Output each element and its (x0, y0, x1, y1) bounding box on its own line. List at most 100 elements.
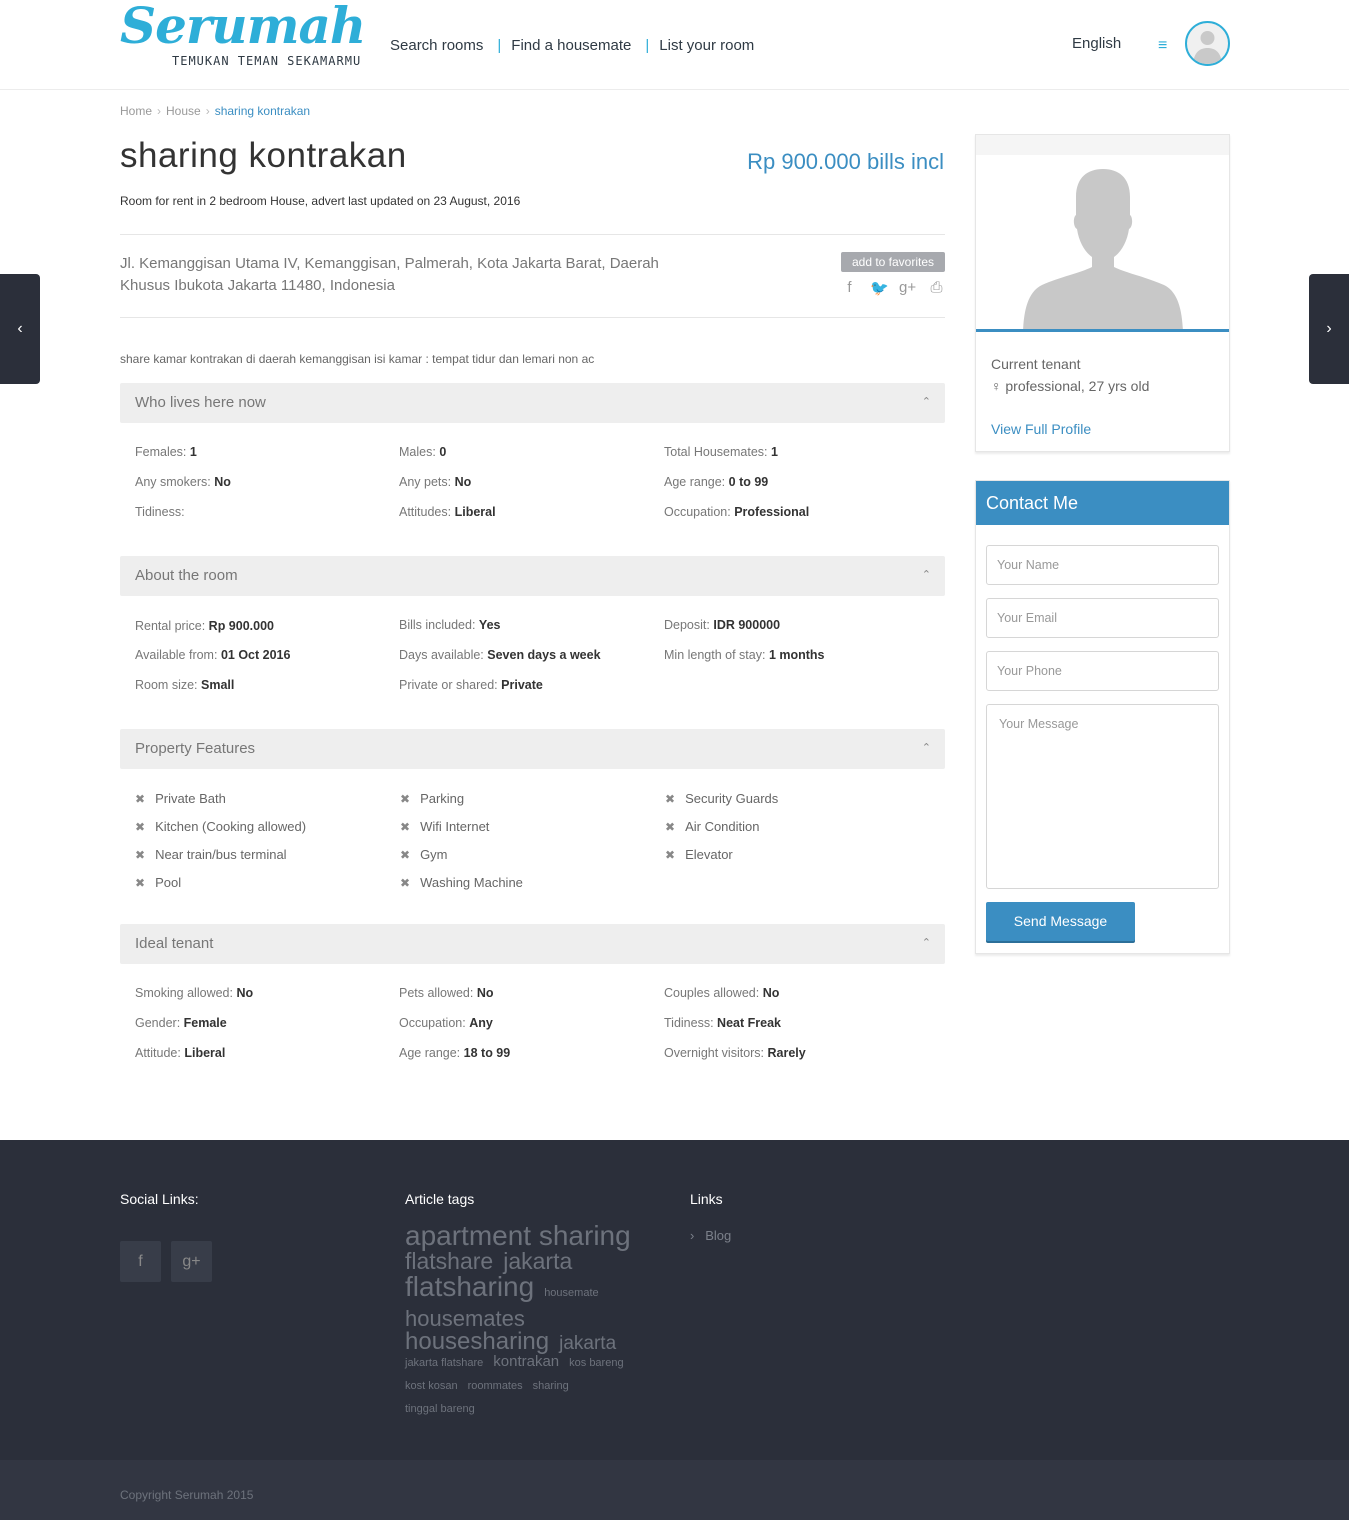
info-overnight-visitors: Overnight visitors: Rarely (664, 1046, 806, 1060)
nav-separator: | (645, 37, 650, 54)
chevron-right-icon: › (690, 1228, 695, 1243)
chevron-up-icon: ⌃ (921, 742, 931, 754)
tenant-card: Current tenant ♀ professional, 27 yrs ol… (975, 134, 1230, 452)
feature-item: ✖ Security Guards (665, 791, 779, 806)
info-smoking-allowed: Smoking allowed: No (135, 986, 254, 1000)
site-logo[interactable]: Serumah TEMUKAN TEMAN SEKAMARMU (120, 0, 366, 77)
listing-description: share kamar kontrakan di daerah kemanggi… (120, 352, 595, 366)
breadcrumb-home[interactable]: Home (120, 104, 152, 118)
info-attitudes: Attitudes: Liberal (399, 505, 496, 519)
info-females: Females: 1 (135, 445, 197, 459)
tag-link[interactable]: housemates (405, 1308, 525, 1330)
nav-list-room[interactable]: List your room (659, 37, 754, 54)
cross-icon: ✖ (135, 792, 146, 806)
twitter-icon[interactable]: 🐦 (870, 279, 889, 297)
feature-item: ✖ Elevator (665, 847, 733, 862)
tag-link[interactable]: kos bareng (569, 1358, 623, 1369)
contact-title: Contact Me (976, 481, 1229, 525)
tag-link[interactable]: sharing (533, 1381, 569, 1392)
logo-tagline: TEMUKAN TEMAN SEKAMARMU (172, 54, 362, 68)
name-input[interactable]: Your Name (986, 545, 1219, 585)
print-icon[interactable]: ⎙ (928, 279, 945, 297)
links-title: Links (690, 1191, 723, 1207)
tenant-photo[interactable] (976, 155, 1229, 332)
feature-item: ✖ Parking (400, 791, 465, 806)
tenant-card-top (976, 135, 1229, 155)
message-textarea[interactable]: Your Message (986, 704, 1219, 889)
info-pets-allowed: Pets allowed: No (399, 986, 494, 1000)
info-attitude: Attitude: Liberal (135, 1046, 226, 1060)
footer-link-blog[interactable]: › Blog (690, 1228, 731, 1243)
contact-form: Contact Me Your Name Your Email Your Pho… (975, 480, 1230, 954)
section-ideal-tenant-header[interactable]: Ideal tenant ⌃ (120, 924, 945, 964)
info-tidiness: Tidiness: Neat Freak (664, 1016, 781, 1030)
tag-link[interactable]: kontrakan (493, 1354, 559, 1369)
chevron-right-icon: › (1326, 320, 1332, 337)
email-input[interactable]: Your Email (986, 598, 1219, 638)
tag-link[interactable]: jakarta (503, 1250, 572, 1273)
facebook-icon[interactable]: f (120, 1241, 161, 1282)
user-avatar[interactable] (1185, 21, 1230, 66)
social-links-title: Social Links: (120, 1191, 199, 1207)
chevron-up-icon: ⌃ (921, 937, 931, 949)
logo-text: Serumah (120, 0, 366, 55)
section-who-lives-header[interactable]: Who lives here now ⌃ (120, 383, 945, 423)
female-icon: ♀ (991, 378, 1002, 394)
info-days-available: Days available: Seven days a week (399, 648, 601, 662)
nav-search-rooms[interactable]: Search rooms (390, 37, 483, 54)
article-tags-title: Article tags (405, 1191, 475, 1207)
feature-item: ✖ Gym (400, 847, 448, 862)
nav-separator: | (497, 37, 502, 54)
divider (120, 317, 945, 318)
info-occupation: Occupation: Professional (664, 505, 810, 519)
chevron-up-icon: ⌃ (921, 396, 931, 408)
breadcrumb-current[interactable]: sharing kontrakan (215, 104, 310, 118)
site-header: Serumah TEMUKAN TEMAN SEKAMARMU Search r… (0, 0, 1349, 90)
phone-input[interactable]: Your Phone (986, 651, 1219, 691)
info-total-housemates: Total Housemates: 1 (664, 445, 778, 459)
main-nav: Search rooms | Find a housemate | List y… (390, 37, 754, 54)
prev-listing-button[interactable]: ‹ (0, 274, 40, 384)
google-plus-icon[interactable]: g+ (171, 1241, 212, 1282)
tag-link[interactable]: housesharing (405, 1330, 549, 1354)
tag-link[interactable]: roommates (468, 1381, 523, 1392)
hamburger-menu-icon[interactable]: ≡ (1158, 37, 1167, 55)
site-footer (0, 1140, 1349, 1460)
listing-price: Rp 900.000 bills incl (747, 149, 944, 174)
listing-subtitle: Room for rent in 2 bedroom House, advert… (120, 194, 521, 208)
tag-link[interactable]: jakarta flatshare (405, 1358, 483, 1369)
feature-item: ✖ Kitchen (Cooking allowed) (135, 819, 307, 834)
section-features-header[interactable]: Property Features ⌃ (120, 729, 945, 769)
next-listing-button[interactable]: › (1309, 274, 1349, 384)
section-about-room-header[interactable]: About the room ⌃ (120, 556, 945, 596)
info-tidiness: Tidiness: (135, 505, 185, 519)
breadcrumb-house[interactable]: House (166, 104, 201, 118)
send-message-button[interactable]: Send Message (986, 902, 1135, 941)
share-icons: f 🐦 g+ ⎙ (841, 279, 945, 297)
language-selector[interactable]: English (1072, 35, 1121, 52)
info-gender: Gender: Female (135, 1016, 227, 1030)
tag-link[interactable]: housemate (544, 1288, 598, 1299)
view-full-profile-link[interactable]: View Full Profile (991, 421, 1091, 437)
nav-find-housemate[interactable]: Find a housemate (511, 37, 631, 54)
feature-item: ✖ Private Bath (135, 791, 226, 806)
tag-link[interactable]: apartment sharing (405, 1222, 631, 1250)
tag-link[interactable]: flatshare (405, 1250, 493, 1273)
info-room-size: Room size: Small (135, 678, 235, 692)
cross-icon: ✖ (400, 792, 411, 806)
tag-link[interactable]: tinggal bareng (405, 1404, 475, 1415)
tag-link[interactable]: flatsharing (405, 1273, 534, 1301)
cross-icon: ✖ (135, 876, 146, 890)
tag-link[interactable]: jakarta (559, 1334, 616, 1353)
info-age-range: Age range: 18 to 99 (399, 1046, 511, 1060)
facebook-icon[interactable]: f (841, 279, 858, 297)
add-to-favorites-button[interactable]: add to favorites (841, 252, 945, 272)
tag-link[interactable]: kost kosan (405, 1381, 458, 1392)
user-silhouette-icon (1023, 169, 1183, 329)
chevron-up-icon: ⌃ (921, 569, 931, 581)
divider (120, 234, 945, 235)
user-silhouette-icon (1193, 31, 1222, 64)
feature-item: ✖ Pool (135, 875, 182, 890)
chevron-right-icon: › (157, 104, 162, 118)
google-plus-icon[interactable]: g+ (899, 279, 916, 297)
